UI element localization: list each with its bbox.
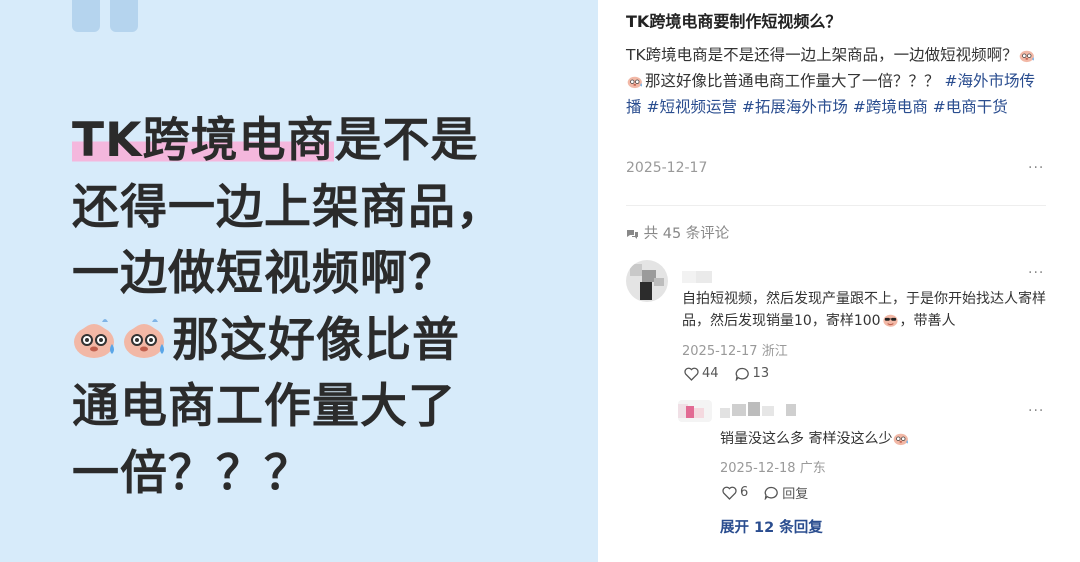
reply-button[interactable]: 回复 [764, 483, 808, 502]
like-button[interactable]: 6 [722, 485, 748, 500]
expand-replies-button[interactable]: 展开 12 条回复 [720, 516, 823, 537]
hashtag-link[interactable]: #拓展海外市场 [742, 98, 848, 116]
username-blurred[interactable] [720, 402, 800, 418]
comment-text: 销量没这么多 寄样没这么少 [720, 428, 1040, 450]
like-button[interactable]: 44 [684, 366, 719, 381]
comment-more-button[interactable]: ··· [1028, 403, 1044, 419]
sweat-face-emoji-icon [1019, 50, 1034, 63]
hashtag-link[interactable]: #短视频运营 [646, 98, 737, 116]
hero-line-4: 那这好像比普 [72, 308, 532, 375]
comment-location: 广东 [799, 461, 826, 476]
post-body: TK跨境电商是不是还得一边上架商品，一边做短视频啊？ 那这好像比普通电商工作量大了… [626, 42, 1046, 120]
comment-meta: 2025-12-17 浙江 [682, 340, 788, 359]
reply-label: 回复 [782, 487, 809, 502]
comment-location: 浙江 [761, 344, 788, 359]
post-more-button[interactable]: ··· [1028, 160, 1044, 176]
avatar[interactable] [678, 400, 712, 422]
comment-text-part-1: 自拍短视频，然后发现产量跟不上，于是你开始找达人寄样品，然后发现销量10，寄样1… [682, 291, 1046, 329]
speech-bubble-icon [764, 486, 779, 500]
comment-date: 2025-12-18 [720, 461, 796, 476]
hero-line-3: 一边做短视频啊？ [72, 246, 456, 301]
like-count: 44 [702, 366, 719, 381]
hero-line-2: 还得一边上架商品， [72, 179, 504, 235]
reply-count: 13 [752, 366, 770, 381]
heart-outline-icon [722, 486, 737, 500]
post-title: TK跨境电商要制作短视频么？ [626, 12, 842, 31]
hero-line-1-rest: 是不是 [334, 113, 479, 168]
divider [626, 205, 1046, 206]
hero-highlight: TK跨境电商 [72, 113, 335, 168]
reply-button[interactable]: 13 [735, 366, 770, 381]
sweat-face-emoji-icon [74, 318, 114, 358]
comment-count: 共 45 条评论 [626, 222, 729, 243]
comment-actions: 44 13 [684, 366, 769, 381]
username-blurred-icon [720, 402, 796, 418]
hero-line-6: 一倍？？？ [72, 445, 312, 501]
hero-line-4-text: 那这好像比普 [172, 312, 460, 368]
avatar[interactable] [626, 260, 668, 302]
comment-date: 2025-12-17 [682, 344, 758, 359]
sweat-face-emoji-icon [894, 433, 909, 446]
speech-bubble-icon [735, 367, 749, 381]
comment-more-button[interactable]: ··· [1028, 265, 1044, 281]
sunglasses-face-emoji-icon [882, 314, 898, 327]
comment-text-part-2: ，带善人 [899, 313, 956, 329]
post-detail-panel: TK跨境电商要制作短视频么？ TK跨境电商是不是还得一边上架商品，一边做短视频啊… [598, 0, 1080, 562]
username-blurred[interactable] [682, 268, 712, 283]
hashtag-link[interactable]: #电商干货 [933, 98, 1008, 116]
quote-mark-icon [72, 0, 142, 32]
comment-text-part-1: 销量没这么多 寄样没这么少 [720, 431, 893, 447]
heart-outline-icon [684, 367, 699, 381]
sweat-face-emoji-icon [627, 76, 642, 89]
like-count: 6 [740, 485, 749, 500]
username-blurred-icon [682, 271, 712, 283]
comment-meta: 2025-12-18 广东 [720, 457, 826, 476]
comment-actions: 6 回复 [722, 483, 808, 502]
post-image[interactable]: TK跨境电商是不是 还得一边上架商品， 一边做短视频啊？ 那这好像比普 通电商工… [0, 0, 598, 562]
comment-count-text: 共 45 条评论 [643, 226, 730, 242]
comment-text: 自拍短视频，然后发现产量跟不上，于是你开始找达人寄样品，然后发现销量10，寄样1… [682, 288, 1052, 332]
hero-line-5: 通电商工作量大了 [72, 379, 456, 434]
avatar-blurred-icon [678, 400, 712, 422]
sweat-face-emoji-icon [124, 318, 164, 358]
post-body-text-2: 那这好像比普通电商工作量大了一倍？？？ [645, 72, 940, 90]
post-body-text-1: TK跨境电商是不是还得一边上架商品，一边做短视频啊？ [626, 46, 1018, 64]
hashtag-link[interactable]: #跨境电商 [853, 98, 928, 116]
hero-line-1: TK跨境电商是不是 [72, 108, 532, 175]
post-image-text: TK跨境电商是不是 还得一边上架商品， 一边做短视频啊？ 那这好像比普 通电商工… [72, 108, 532, 507]
avatar-blurred-icon [626, 260, 668, 302]
post-date: 2025-12-17 [626, 160, 708, 176]
comments-icon [627, 229, 638, 239]
